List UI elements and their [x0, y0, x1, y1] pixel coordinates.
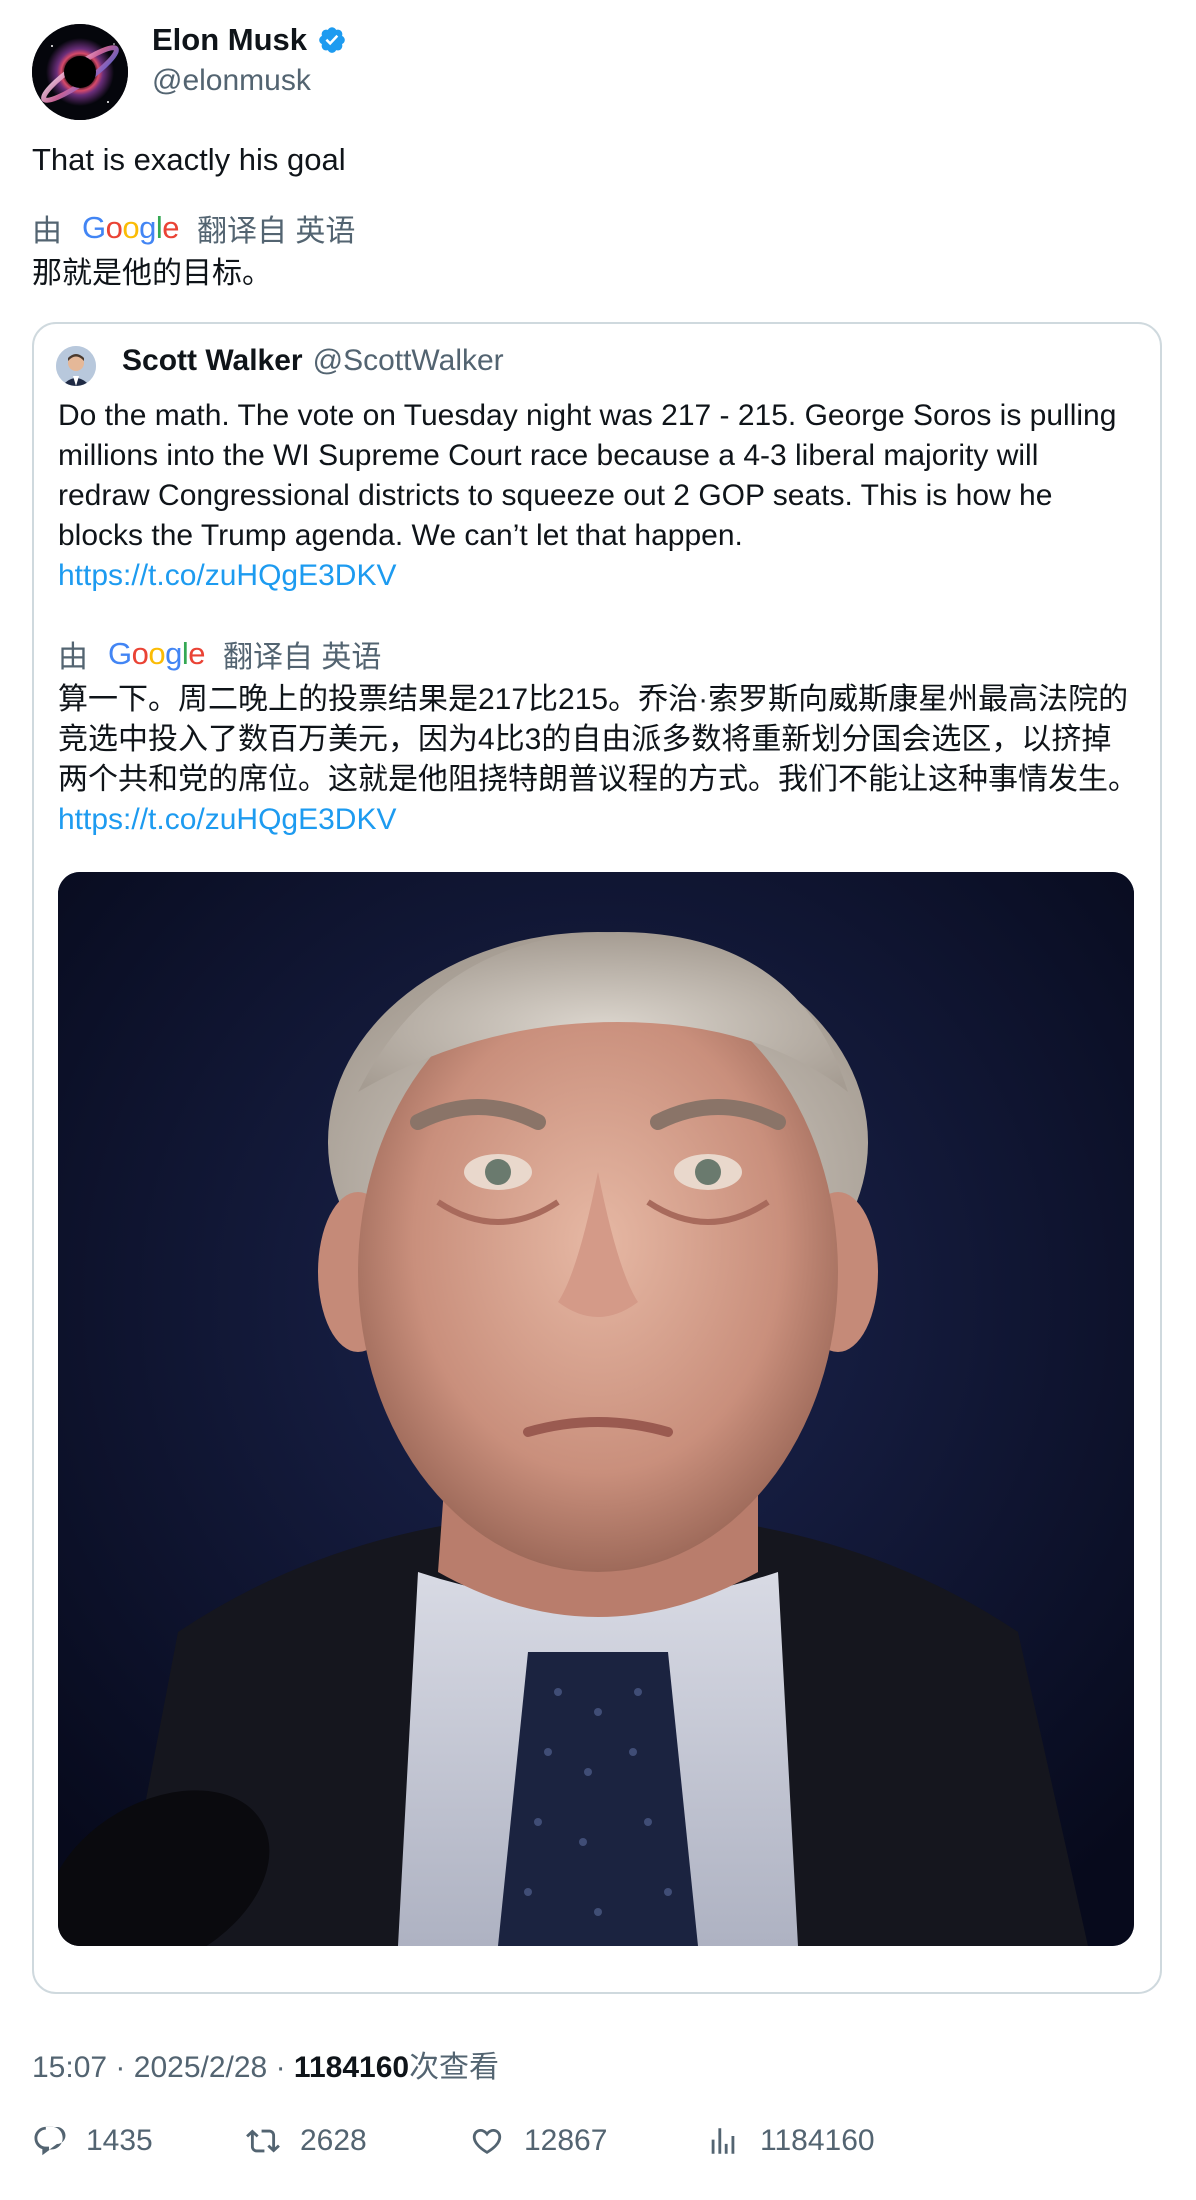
google-logo: Google [108, 636, 206, 671]
quoted-tweet-text: Do the math. The vote on Tuesday night w… [58, 396, 1138, 596]
views-count: 1184160 [293, 2051, 410, 2084]
quoted-author-row[interactable]: Scott Walker @ScottWalker [122, 344, 504, 378]
author-name-row[interactable]: Elon Musk [152, 22, 347, 58]
tweet-actions: 1435 2628 12867 1184160 [32, 2124, 1132, 2172]
author-handle[interactable]: @elonmusk [152, 64, 311, 98]
like-button[interactable]: 12867 [470, 2124, 607, 2158]
quoted-translated-suffix: 翻译自 英语 [223, 641, 382, 674]
tweet-text: That is exactly his goal [32, 142, 346, 177]
quoted-translated-by-line: 由 Google 翻译自 英语 [58, 632, 381, 676]
tweet-date[interactable]: 2025/2/28 [134, 2051, 267, 2084]
black-hole-image [32, 24, 128, 120]
quoted-text-body: Do the math. The vote on Tuesday night w… [58, 399, 1117, 552]
translated-suffix: 翻译自 英语 [197, 215, 356, 248]
translated-by-line: 由 Google 翻译自 英语 [32, 206, 355, 250]
tweet-translation: 那就是他的目标。 [32, 257, 272, 290]
views-label: 次查看 [409, 2051, 500, 2084]
tweet-meta: 15:07 · 2025/2/28 · 1184160次查看 [32, 2042, 499, 2086]
quoted-translation-body: 算一下。周二晚上的投票结果是217比215。乔治·索罗斯向威斯康星州最高法院的竞… [58, 683, 1138, 796]
quoted-tweet-translation: 算一下。周二晚上的投票结果是217比215。乔治·索罗斯向威斯康星州最高法院的竞… [58, 680, 1138, 840]
author-name[interactable]: Elon Musk [152, 22, 307, 58]
verified-badge-icon [319, 27, 345, 53]
author-avatar[interactable] [32, 24, 128, 120]
meta-separator: · [275, 2051, 286, 2084]
quoted-author-name[interactable]: Scott Walker [122, 344, 303, 378]
heart-icon [472, 2128, 502, 2154]
views-button[interactable]: 1184160 [706, 2124, 875, 2158]
quoted-translation-link[interactable]: https://t.co/zuHQgE3DKV [58, 803, 396, 836]
quoted-tweet-photo[interactable] [58, 872, 1134, 1946]
reply-button[interactable]: 1435 [32, 2124, 153, 2158]
views-action-count: 1184160 [760, 2124, 875, 2157]
meta-separator: · [115, 2051, 126, 2084]
retweet-count: 2628 [300, 2124, 367, 2157]
like-count: 12867 [524, 2124, 608, 2157]
google-logo: Google [82, 210, 180, 245]
quoted-author-handle[interactable]: @ScottWalker [313, 344, 504, 378]
retweet-button[interactable]: 2628 [246, 2124, 367, 2158]
translated-prefix: 由 [32, 215, 62, 248]
portrait-photo [58, 872, 1134, 1946]
reply-count: 1435 [86, 2124, 153, 2157]
tweet-time[interactable]: 15:07 [32, 2051, 107, 2084]
person-avatar-icon [56, 346, 96, 386]
analytics-icon [711, 2128, 735, 2154]
reply-icon [34, 2126, 66, 2156]
quoted-author-avatar[interactable] [56, 346, 96, 386]
quoted-translated-prefix: 由 [58, 641, 88, 674]
quoted-tweet-link[interactable]: https://t.co/zuHQgE3DKV [58, 559, 396, 592]
retweet-icon [246, 2129, 280, 2153]
